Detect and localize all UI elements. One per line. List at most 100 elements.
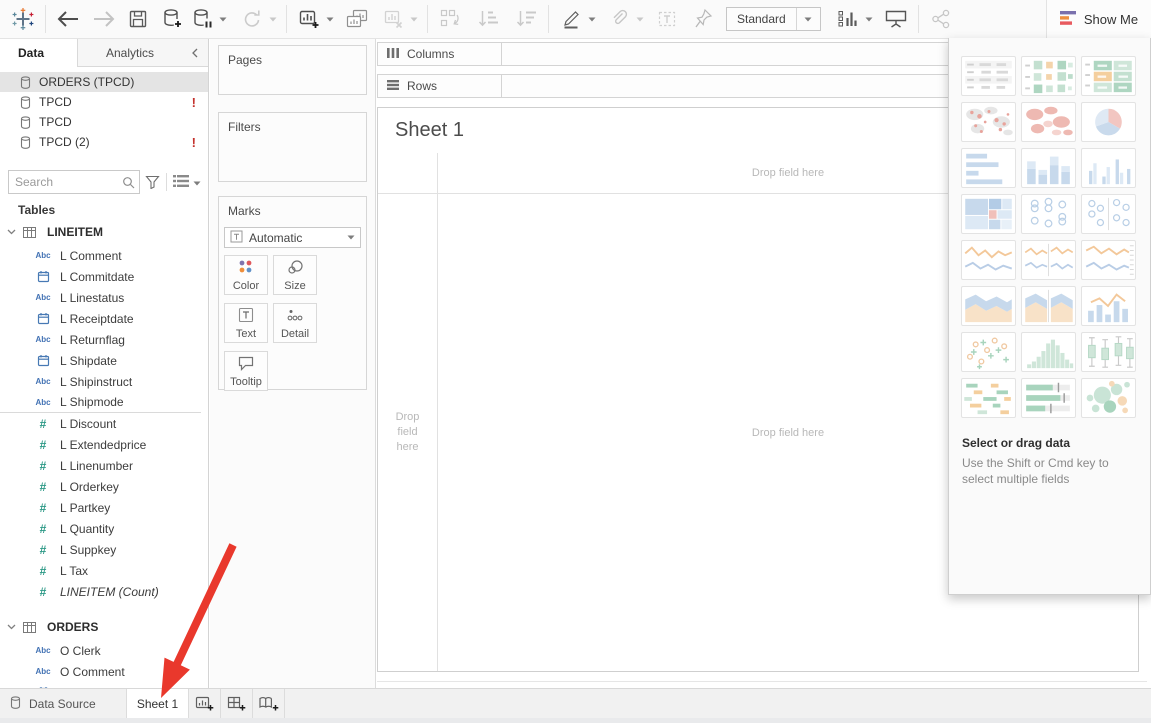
format-annotation-button[interactable] [604, 4, 634, 34]
mark-type-caret[interactable] [347, 235, 355, 240]
pages-shelf[interactable]: Pages [218, 45, 367, 95]
view-options-button[interactable] [173, 175, 201, 190]
field-item[interactable]: AbcO Comment [0, 661, 208, 682]
table-group-header[interactable]: ORDERS [0, 614, 208, 640]
sort-descending-button[interactable] [511, 4, 541, 34]
data-source-tab[interactable]: Data Source [0, 689, 127, 718]
redo-button[interactable] [89, 4, 119, 34]
field-item[interactable]: AbcO Clerk [0, 640, 208, 661]
showme-circle-views-thumbnail[interactable] [1021, 194, 1076, 234]
mark-type-dropdown[interactable]: Automatic [224, 227, 361, 248]
showme-pie-chart-thumbnail[interactable] [1081, 102, 1136, 142]
marks-text-button[interactable]: Text [224, 303, 268, 343]
showme-symbol-map-thumbnail[interactable] [961, 102, 1016, 142]
collapse-pane-button[interactable] [182, 39, 208, 66]
field-item[interactable]: #L Suppkey [0, 539, 208, 560]
new-worksheet-button[interactable] [294, 4, 324, 34]
field-item[interactable]: #L Discount [0, 413, 208, 434]
showme-horizontal-bars-thumbnail[interactable] [961, 148, 1016, 188]
showme-filled-map-thumbnail[interactable] [1021, 102, 1076, 142]
field-item[interactable]: AbcL Shipmode [0, 392, 201, 413]
show-me-button[interactable]: Show Me [1046, 0, 1151, 39]
fit-selector[interactable]: Standard [726, 7, 821, 31]
refresh-button[interactable] [237, 4, 267, 34]
data-source-item[interactable]: TPCD (2)! [0, 132, 208, 152]
showme-scatter-plot-thumbnail[interactable] [961, 332, 1016, 372]
filter-fields-icon[interactable] [145, 175, 160, 189]
new-data-source-button[interactable] [157, 4, 187, 34]
highlight-caret[interactable] [586, 4, 598, 34]
fix-axes-button[interactable] [688, 4, 718, 34]
new-worksheet-tab-button[interactable] [189, 689, 221, 718]
share-button[interactable] [926, 4, 956, 34]
tab-analytics[interactable]: Analytics [78, 39, 182, 66]
showme-discrete-lines-thumbnail[interactable] [1081, 240, 1136, 280]
showme-treemap-thumbnail[interactable] [961, 194, 1016, 234]
field-item[interactable]: AbcL Comment [0, 245, 208, 266]
showme-bullet-graph-thumbnail[interactable] [1021, 378, 1076, 418]
presentation-mode-button[interactable] [881, 4, 911, 34]
rows-drop-zone[interactable]: Drop field here [378, 194, 438, 671]
showme-area-continuous-thumbnail[interactable] [961, 286, 1016, 326]
field-item[interactable]: AbcL Linestatus [0, 287, 208, 308]
showme-text-table-thumbnail[interactable] [961, 56, 1016, 96]
show-mark-labels-button[interactable] [833, 4, 863, 34]
clear-sheet-button[interactable] [378, 4, 408, 34]
tab-data[interactable]: Data [0, 39, 78, 67]
showme-gantt-thumbnail[interactable] [961, 378, 1016, 418]
data-source-item[interactable]: ORDERS (TPCD) [0, 72, 208, 92]
swap-rows-columns-button[interactable] [435, 4, 465, 34]
marks-detail-button[interactable]: Detail [273, 303, 317, 343]
highlight-button[interactable] [556, 4, 586, 34]
field-item[interactable]: L Shipdate [0, 350, 208, 371]
showme-area-discrete-thumbnail[interactable] [1021, 286, 1076, 326]
showme-side-by-side-bars-thumbnail[interactable] [1081, 148, 1136, 188]
showme-stacked-bars-thumbnail[interactable] [1021, 148, 1076, 188]
field-item[interactable]: #L Quantity [0, 518, 208, 539]
new-dashboard-tab-button[interactable] [221, 689, 253, 718]
new-worksheet-caret[interactable] [324, 4, 336, 34]
new-story-tab-button[interactable] [253, 689, 285, 718]
sheet-1-tab[interactable]: Sheet 1 [127, 689, 189, 718]
field-item[interactable]: #L Extendedprice [0, 434, 208, 455]
show-mark-labels-caret[interactable] [863, 4, 875, 34]
showme-dual-lines-thumbnail[interactable] [1021, 240, 1076, 280]
showme-heat-map-thumbnail[interactable] [1021, 56, 1076, 96]
clear-sheet-caret[interactable] [408, 4, 420, 34]
marks-color-button[interactable]: Color [224, 255, 268, 295]
field-item[interactable]: AbcL Shipinstruct [0, 371, 208, 392]
duplicate-sheet-button[interactable] [342, 4, 372, 34]
save-button[interactable] [123, 4, 153, 34]
field-item[interactable]: AbcL Returnflag [0, 329, 208, 350]
showme-highlight-table-thumbnail[interactable] [1081, 56, 1136, 96]
showme-dual-combination-thumbnail[interactable] [1081, 286, 1136, 326]
search-input[interactable] [8, 170, 140, 194]
field-item[interactable]: L Commitdate [0, 266, 208, 287]
showme-box-and-whisker-thumbnail[interactable] [1081, 332, 1136, 372]
marks-card[interactable]: Marks Automatic ColorSizeTextDetailToolt… [218, 196, 367, 390]
filters-shelf[interactable]: Filters [218, 112, 367, 182]
sort-ascending-button[interactable] [473, 4, 503, 34]
field-item[interactable]: #L Partkey [0, 497, 208, 518]
text-box-button[interactable] [652, 4, 682, 34]
pause-auto-updates-button[interactable] [187, 4, 217, 34]
field-item[interactable]: #L Linenumber [0, 455, 208, 476]
format-annotation-caret[interactable] [634, 4, 646, 34]
refresh-caret[interactable] [267, 4, 279, 34]
field-item[interactable]: L Receiptdate [0, 308, 208, 329]
showme-packed-bubbles-thumbnail[interactable] [1081, 378, 1136, 418]
fit-selector-caret[interactable] [796, 8, 820, 30]
field-item[interactable]: #L Tax [0, 560, 208, 581]
data-source-item[interactable]: TPCD! [0, 92, 208, 112]
data-source-item[interactable]: TPCD [0, 112, 208, 132]
showme-histogram-thumbnail[interactable] [1021, 332, 1076, 372]
marks-tooltip-button[interactable]: Tooltip [224, 351, 268, 391]
field-item[interactable]: #L Orderkey [0, 476, 208, 497]
field-item[interactable]: #LINEITEM (Count) [0, 581, 208, 602]
pause-auto-updates-caret[interactable] [217, 4, 229, 34]
undo-button[interactable] [53, 4, 83, 34]
showme-side-by-side-circles-thumbnail[interactable] [1081, 194, 1136, 234]
marks-size-button[interactable]: Size [273, 255, 317, 295]
table-group-header[interactable]: LINEITEM [0, 219, 208, 245]
showme-continuous-lines-thumbnail[interactable] [961, 240, 1016, 280]
